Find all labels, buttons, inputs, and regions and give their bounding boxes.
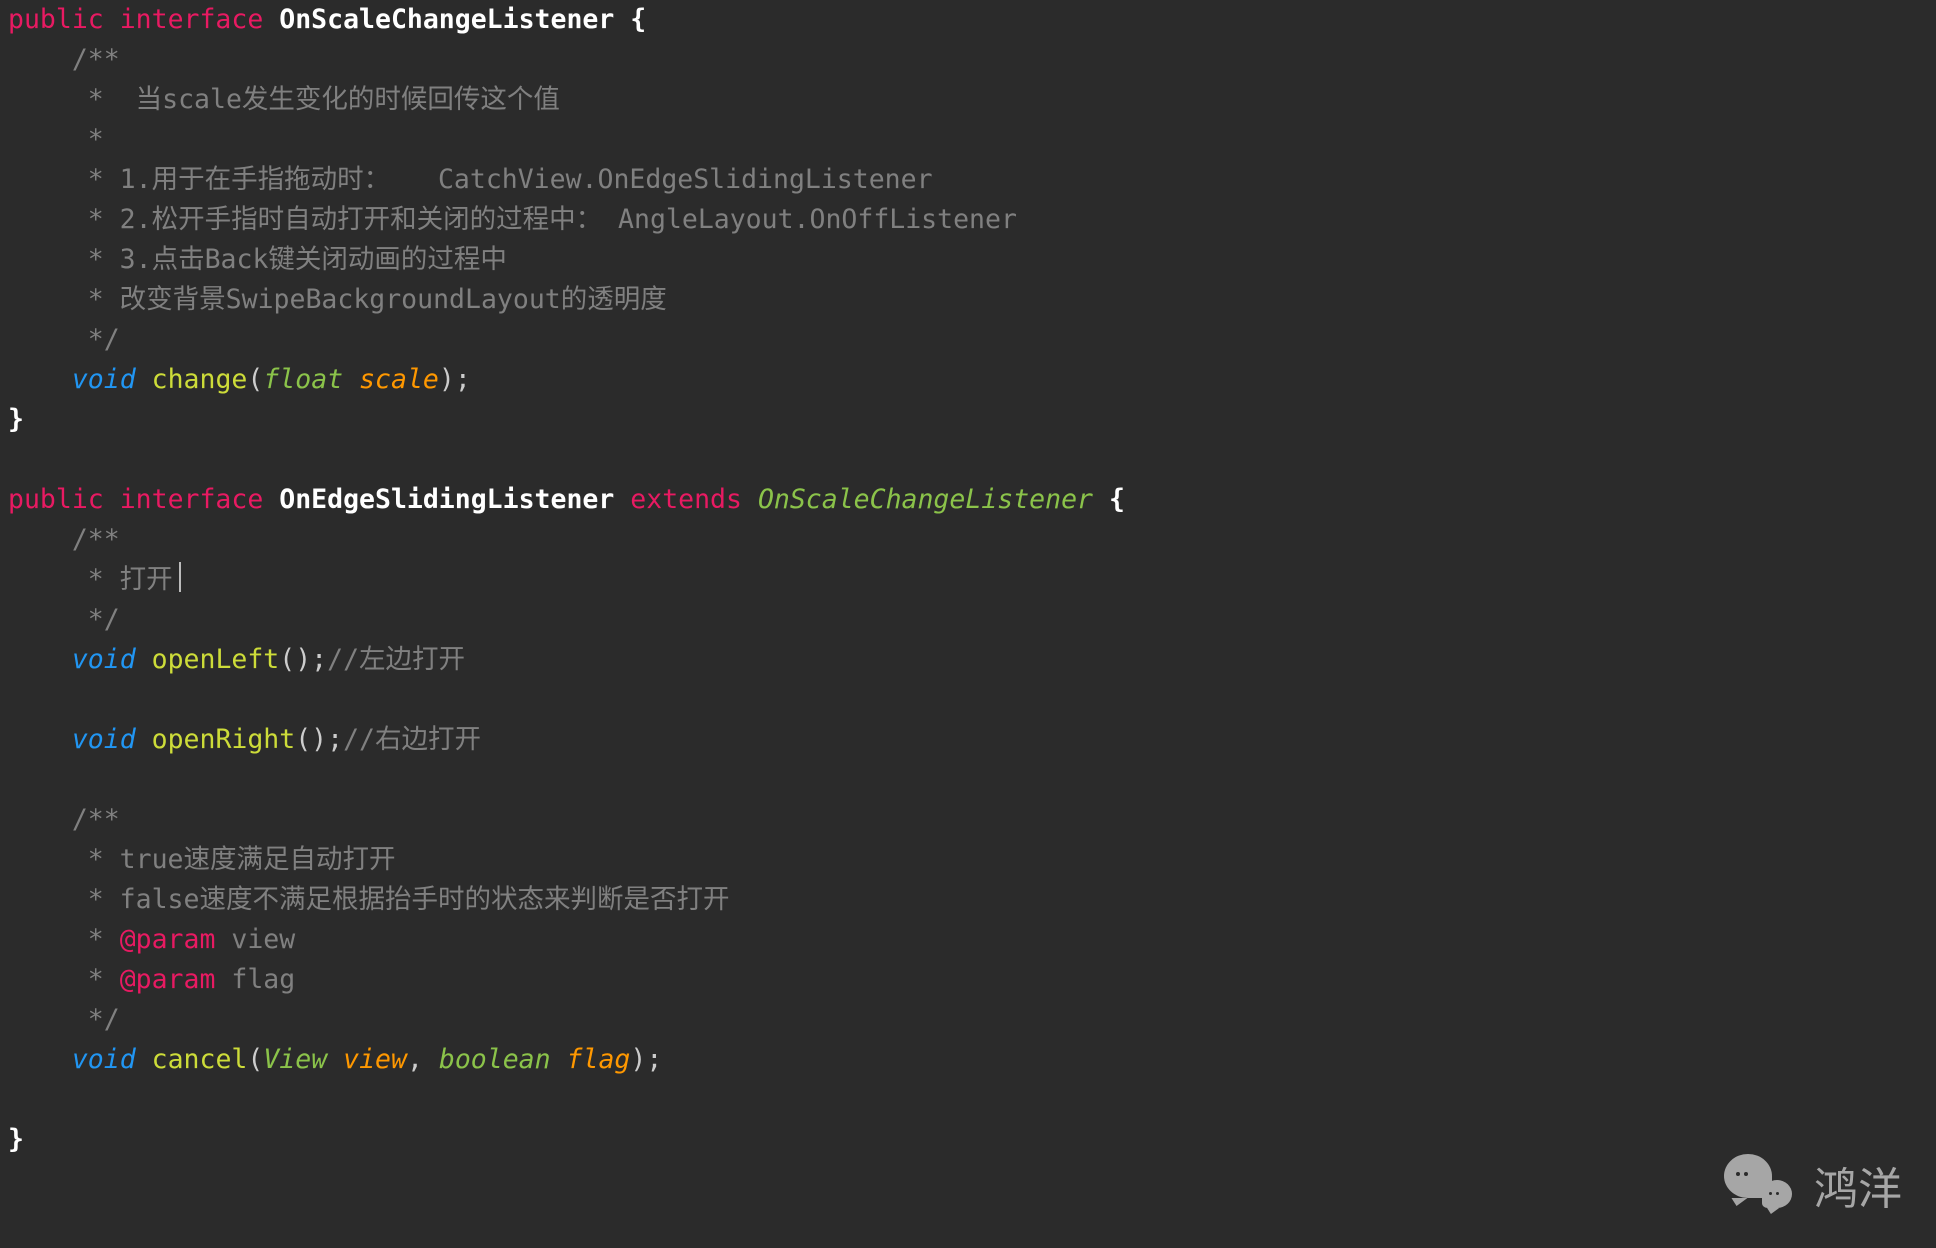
line-comment: //左边打开 — [327, 644, 465, 675]
keyword-void: void — [72, 364, 136, 395]
doc-line: * — [8, 124, 104, 155]
class-name: OnEdgeSlidingListener — [279, 484, 614, 515]
watermark-text: 鸿洋 — [1814, 1153, 1902, 1217]
brace-close: } — [8, 1124, 24, 1155]
type-float: float — [263, 364, 343, 395]
super-type: OnScaleChangeListener — [758, 484, 1093, 515]
keyword-public: public — [8, 4, 104, 35]
keyword-extends: extends — [630, 484, 742, 515]
doc-start: /** — [8, 804, 120, 835]
doc-line: * 改变背景SwipeBackgroundLayout的透明度 — [8, 284, 667, 315]
brace-close: } — [8, 404, 24, 435]
keyword-void: void — [72, 724, 136, 755]
doc-line: * false速度不满足根据抬手时的状态来判断是否打开 — [8, 884, 729, 915]
doc-end: */ — [8, 1004, 120, 1035]
doc-start: /** — [8, 524, 120, 555]
param-scale: scale — [359, 364, 439, 395]
param-view: view — [343, 1044, 407, 1075]
brace-open: { — [1109, 484, 1125, 515]
keyword-public: public — [8, 484, 104, 515]
doc-tag-param: @param — [120, 924, 216, 955]
doc-line: * 2.松开手指时自动打开和关闭的过程中： AngleLayout.OnOffL… — [8, 204, 1017, 235]
keyword-void: void — [72, 644, 136, 675]
doc-tag-param: @param — [120, 964, 216, 995]
doc-end: */ — [8, 604, 120, 635]
line-comment: //右边打开 — [343, 724, 481, 755]
method-name: change — [152, 364, 248, 395]
doc-line: * 打开 — [8, 564, 173, 595]
doc-start: /** — [8, 44, 120, 75]
type-view: View — [263, 1044, 327, 1075]
doc-line: * @param flag — [8, 964, 295, 995]
watermark: 鸿洋 — [1718, 1150, 1902, 1220]
wechat-icon — [1718, 1150, 1798, 1220]
keyword-interface: interface — [120, 4, 264, 35]
doc-line: * true速度满足自动打开 — [8, 844, 396, 875]
text-cursor — [179, 562, 181, 592]
doc-line: * @param view — [8, 924, 295, 955]
keyword-void: void — [72, 1044, 136, 1075]
brace-open: { — [630, 4, 646, 35]
code-block: public interface OnScaleChangeListener {… — [0, 0, 1936, 1160]
class-name: OnScaleChangeListener — [279, 4, 614, 35]
method-name: cancel — [152, 1044, 248, 1075]
type-boolean: boolean — [439, 1044, 551, 1075]
doc-line: * 当scale发生变化的时候回传这个值 — [8, 84, 560, 115]
method-name: openLeft — [152, 644, 280, 675]
method-name: openRight — [152, 724, 296, 755]
keyword-interface: interface — [120, 484, 264, 515]
param-flag: flag — [567, 1044, 631, 1075]
doc-line: * 1.用于在手指拖动时： CatchView.OnEdgeSlidingLis… — [8, 164, 933, 195]
doc-line: * 3.点击Back键关闭动画的过程中 — [8, 244, 507, 275]
doc-end: */ — [8, 324, 120, 355]
